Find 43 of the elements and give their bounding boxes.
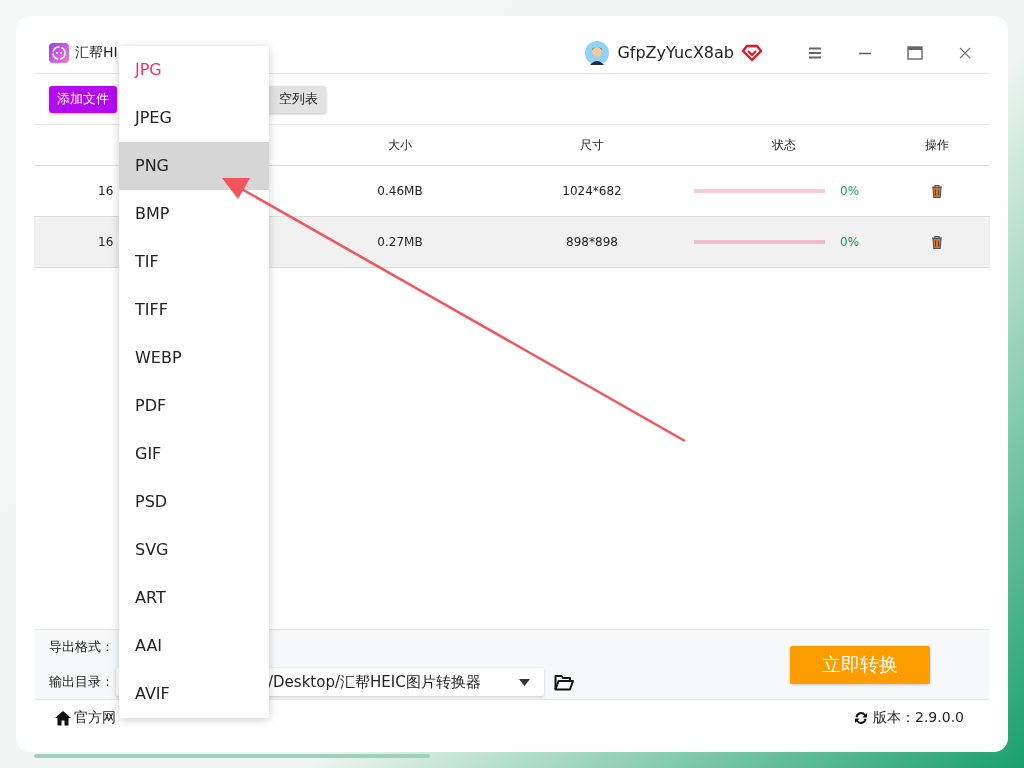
- menu-item[interactable]: ART: [119, 574, 269, 622]
- menu-item[interactable]: GIF: [119, 430, 269, 478]
- website-link[interactable]: 官方网: [74, 708, 116, 727]
- menu-item[interactable]: PNG: [119, 142, 269, 190]
- refresh-icon[interactable]: [853, 709, 869, 726]
- add-files-button[interactable]: 添加文件: [49, 85, 117, 113]
- maximize-icon[interactable]: [907, 44, 923, 61]
- export-format-label: 导出格式：: [49, 638, 114, 656]
- progress-percent: 0%: [839, 235, 861, 249]
- home-icon[interactable]: [54, 709, 72, 726]
- username[interactable]: GfpZyYucX8ab: [617, 43, 734, 62]
- column-header[interactable]: 尺寸: [500, 136, 684, 154]
- file-size: 0.27MB: [377, 235, 423, 249]
- output-folder-label: 输出目录：: [49, 673, 114, 691]
- folder-icon[interactable]: [554, 673, 574, 691]
- image-dimensions: 1024*682: [562, 184, 622, 198]
- vip-diamond-icon[interactable]: [742, 43, 762, 62]
- progress-percent: 0%: [839, 184, 861, 198]
- column-header[interactable]: 操作: [884, 136, 990, 154]
- scrollbar[interactable]: [34, 754, 430, 758]
- delete-icon[interactable]: [929, 234, 945, 250]
- app-logo-icon: [49, 42, 69, 63]
- menu-item[interactable]: JPG: [119, 46, 269, 94]
- menu-item[interactable]: BMP: [119, 190, 269, 238]
- caret-icon: [519, 678, 530, 686]
- menu-item[interactable]: TIF: [119, 238, 269, 286]
- menu-item[interactable]: TIFF: [119, 286, 269, 334]
- file-name: 16: [98, 184, 114, 198]
- file-name: 16: [98, 235, 114, 249]
- user-avatar[interactable]: [585, 40, 610, 65]
- column-header[interactable]: 状态: [684, 136, 884, 154]
- menu-item[interactable]: WEBP: [119, 334, 269, 382]
- menu-item[interactable]: PDF: [119, 382, 269, 430]
- image-dimensions: 898*898: [566, 235, 618, 249]
- menu-item[interactable]: PSD: [119, 478, 269, 526]
- menu-item[interactable]: AAI: [119, 622, 269, 670]
- version-label: 版本：2.9.0.0: [873, 708, 964, 727]
- menu-item[interactable]: JPEG: [119, 94, 269, 142]
- column-header[interactable]: 大小: [300, 136, 500, 154]
- menu-item[interactable]: SVG: [119, 526, 269, 574]
- app-title: 汇帮HI: [75, 43, 118, 62]
- delete-icon[interactable]: [929, 183, 945, 199]
- file-size: 0.46MB: [377, 184, 423, 198]
